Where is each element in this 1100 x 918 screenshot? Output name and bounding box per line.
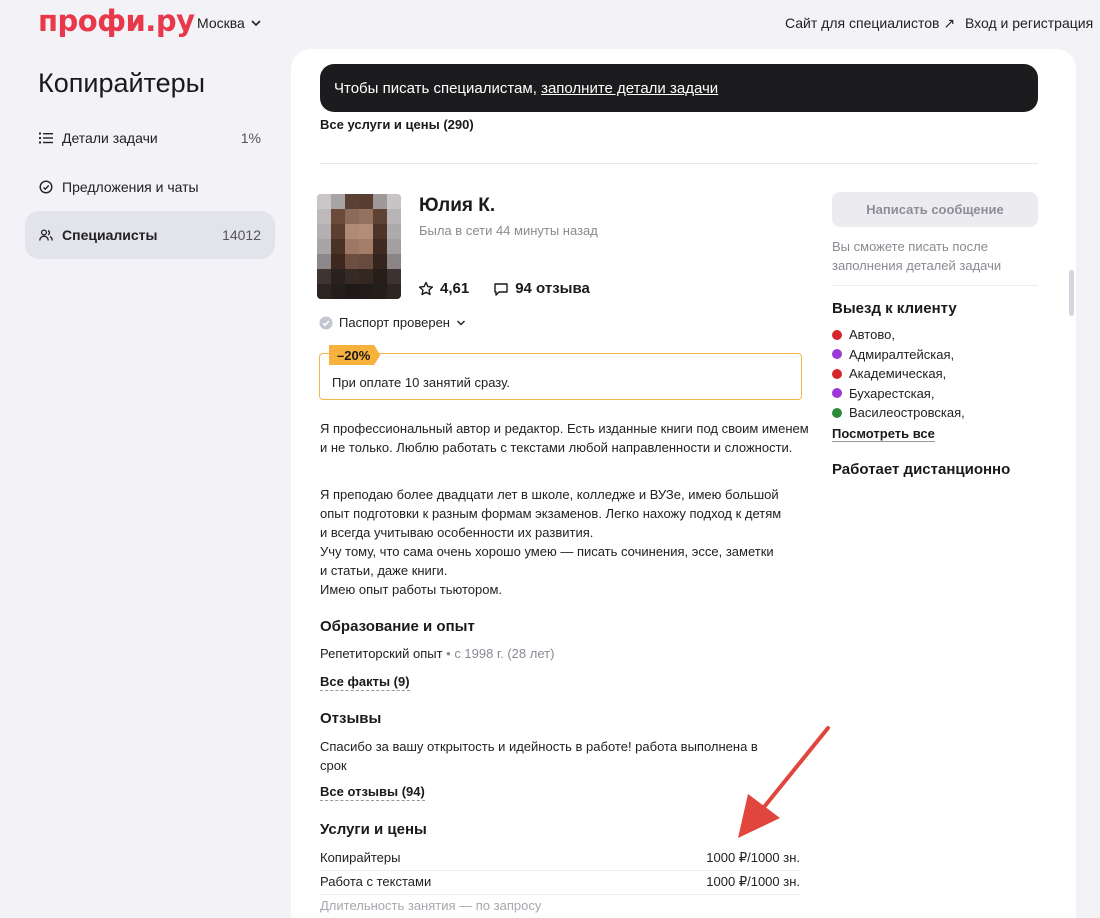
sidebar-item-task-details[interactable]: Детали задачи 1% bbox=[25, 114, 275, 162]
metro-station: Адмиралтейская, bbox=[832, 345, 965, 365]
station-name: Автово, bbox=[849, 327, 895, 342]
passport-verified[interactable]: Паспорт проверен bbox=[319, 315, 466, 330]
works-remotely: Работает дистанционно bbox=[832, 461, 1011, 478]
metro-station: Автово, bbox=[832, 325, 965, 345]
sidebar-item-specialists[interactable]: Специалисты 14012 bbox=[25, 211, 275, 259]
login-link[interactable]: Вход и регистрация bbox=[965, 15, 1093, 31]
sidebar-item-label: Детали задачи bbox=[62, 130, 158, 146]
discount-text: При оплате 10 занятий сразу. bbox=[332, 375, 510, 390]
task-progress: 1% bbox=[240, 130, 261, 146]
sidebar-item-label: Специалисты bbox=[62, 227, 158, 243]
metro-line-dot bbox=[832, 329, 842, 340]
page-title: Копирайтеры bbox=[38, 68, 206, 98]
last-seen-status: Была в сети 44 минуты назад bbox=[419, 223, 598, 238]
about-line: и всегда учитываю особенности их развити… bbox=[320, 525, 594, 540]
metro-station: Бухарестская, bbox=[832, 384, 965, 404]
about-line: опыт подготовки к разным формам экзамено… bbox=[320, 506, 782, 521]
fill-task-details-link[interactable]: заполните детали задачи bbox=[541, 80, 718, 97]
verified-check-icon bbox=[319, 316, 333, 329]
scrollbar[interactable] bbox=[1069, 270, 1074, 316]
avatar[interactable] bbox=[317, 194, 401, 299]
lesson-duration: Длительность занятия — по запросу bbox=[320, 898, 542, 913]
for-specialists-link[interactable]: Сайт для специалистов ↗ bbox=[785, 15, 955, 32]
chat-icon bbox=[39, 179, 55, 195]
station-name: Бухарестская, bbox=[849, 385, 935, 401]
service-price: 1000 ₽/1000 зн. bbox=[706, 874, 800, 889]
education-title: Образование и опыт bbox=[320, 618, 475, 635]
price-row: Работа с текстами 1000 ₽/1000 зн. bbox=[320, 874, 800, 895]
station-name: Василеостровская, bbox=[849, 405, 965, 420]
all-facts-link[interactable]: Все факты (9) bbox=[320, 674, 410, 691]
sidebar-item-label: Предложения и чаты bbox=[62, 179, 199, 195]
about-paragraph-1: Я профессиональный автор и редактор. Ест… bbox=[320, 421, 809, 455]
reviews-title: Отзывы bbox=[320, 710, 382, 727]
experience-since: • с 1998 г. (28 лет) bbox=[442, 646, 555, 661]
people-icon bbox=[39, 227, 55, 243]
passport-label: Паспорт проверен bbox=[339, 315, 450, 330]
metro-list: Автово, Адмиралтейская, Академическая, Б… bbox=[832, 325, 965, 423]
annotation-arrow bbox=[738, 726, 830, 838]
about-line: и статьи, даже книги. bbox=[320, 563, 448, 578]
experience-label: Репетиторский опыт bbox=[320, 646, 443, 661]
metro-line-dot bbox=[832, 388, 842, 399]
chevron-down-icon bbox=[456, 319, 466, 326]
specialists-count: 14012 bbox=[222, 227, 261, 243]
list-icon bbox=[39, 130, 55, 146]
metro-line-dot bbox=[832, 349, 842, 360]
sidebar-item-offers-chats[interactable]: Предложения и чаты bbox=[25, 163, 275, 211]
rating-row: 4,61 94 отзыва bbox=[418, 280, 590, 297]
specialist-name[interactable]: Юлия К. bbox=[419, 195, 495, 217]
write-message-button[interactable]: Написать сообщение bbox=[832, 192, 1038, 227]
city-selector[interactable]: Москва bbox=[197, 15, 262, 31]
service-price: 1000 ₽/1000 зн. bbox=[706, 850, 800, 865]
divider bbox=[832, 285, 1038, 286]
comment-icon bbox=[494, 282, 508, 296]
metro-station: Василеостровская, bbox=[832, 403, 965, 423]
avatar-image bbox=[317, 194, 401, 299]
all-services-link[interactable]: Все услуги и цены (290) bbox=[320, 117, 474, 132]
reviews-count-link[interactable]: 94 отзыва bbox=[515, 280, 590, 297]
divider bbox=[320, 163, 1038, 164]
logo[interactable]: профи.ру bbox=[38, 4, 195, 38]
about-line: Имею опыт работы тьютором. bbox=[320, 582, 503, 597]
service-name: Копирайтеры bbox=[320, 850, 401, 865]
city-label: Москва bbox=[197, 15, 245, 31]
banner-text: Чтобы писать специалистам, bbox=[334, 80, 542, 97]
fill-task-banner: Чтобы писать специалистам, заполните дет… bbox=[320, 64, 1038, 112]
about-line: Я преподаю более двадцати лет в школе, к… bbox=[320, 487, 779, 502]
station-name: Адмиралтейская, bbox=[849, 346, 955, 362]
price-row: Копирайтеры 1000 ₽/1000 зн. bbox=[320, 850, 800, 871]
station-name: Академическая, bbox=[849, 366, 947, 381]
star-icon bbox=[418, 281, 434, 295]
about-paragraph-2: Я преподаю более двадцати лет в школе, к… bbox=[320, 485, 810, 599]
client-visit-title: Выезд к клиенту bbox=[832, 300, 957, 317]
service-name: Работа с текстами bbox=[320, 874, 432, 889]
metro-line-dot bbox=[832, 407, 842, 418]
see-all-stations-link[interactable]: Посмотреть все bbox=[832, 426, 935, 442]
services-title: Услуги и цены bbox=[320, 821, 427, 838]
discount-badge: –20% bbox=[329, 345, 381, 365]
metro-line-dot bbox=[832, 368, 842, 379]
message-hint: Вы сможете писать после заполнения детал… bbox=[832, 239, 1002, 273]
rating-value: 4,61 bbox=[440, 280, 470, 297]
about-line: Учу тому, что сама очень хорошо умею — п… bbox=[320, 544, 774, 559]
chevron-down-icon bbox=[251, 20, 261, 27]
specialist-card: Чтобы писать специалистам, заполните дет… bbox=[291, 49, 1076, 918]
top-header: профи.ру Москва Сайт для специалистов ↗ … bbox=[0, 0, 1100, 46]
metro-station: Академическая, bbox=[832, 364, 965, 384]
all-reviews-link[interactable]: Все отзывы (94) bbox=[320, 784, 425, 801]
experience-line: Репетиторский опыт • с 1998 г. (28 лет) bbox=[320, 646, 554, 661]
